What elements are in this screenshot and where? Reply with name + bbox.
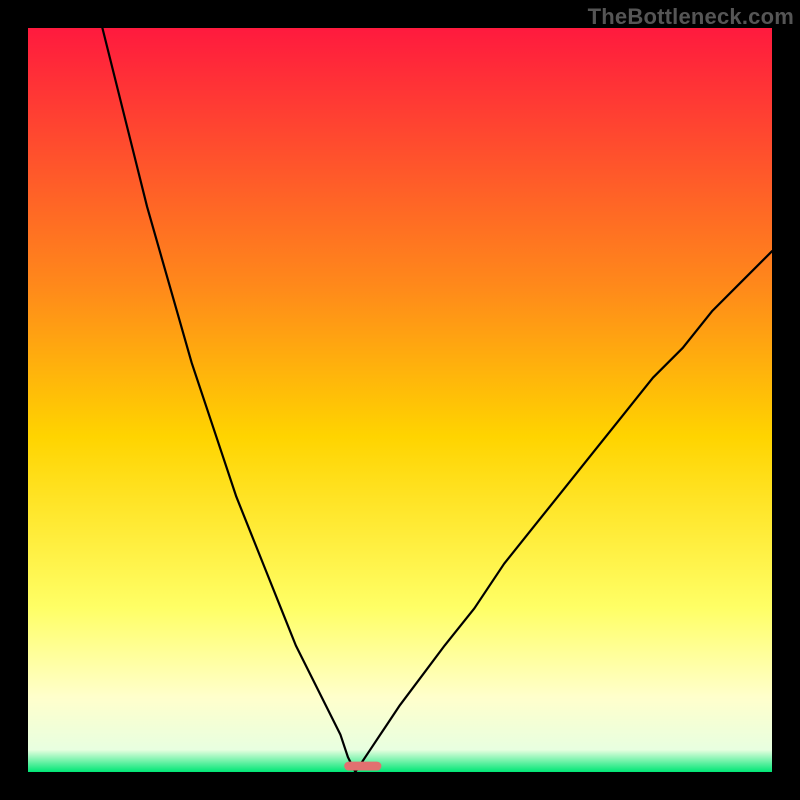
outer-frame: TheBottleneck.com — [0, 0, 800, 800]
chart-area — [28, 28, 772, 772]
credit-text: TheBottleneck.com — [588, 4, 794, 30]
chart-svg — [28, 28, 772, 772]
